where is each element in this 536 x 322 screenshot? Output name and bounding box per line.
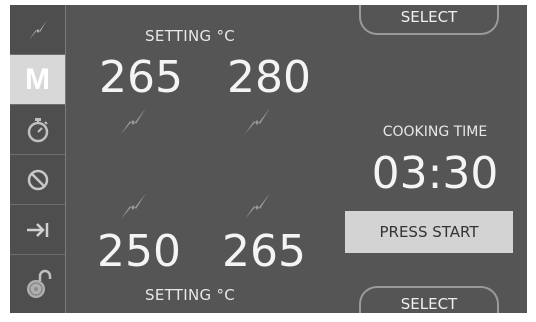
temp-top-right[interactable]: 280 <box>227 56 311 100</box>
cooking-time-label: COOKING TIME <box>382 124 488 140</box>
stopwatch-icon <box>27 117 48 142</box>
sidebar-item-unlock[interactable] <box>10 255 65 313</box>
press-start-button[interactable]: PRESS START <box>345 211 513 253</box>
sidebar-item-next[interactable] <box>10 205 65 255</box>
heat-lightning-icon <box>121 193 146 219</box>
lightning-icon <box>28 19 47 40</box>
heat-lightning-icon <box>245 108 270 134</box>
temp-top-left[interactable]: 265 <box>99 56 183 100</box>
manual-icon: M <box>25 62 50 96</box>
sidebar-item-timer[interactable] <box>10 105 65 155</box>
temp-bottom-left[interactable]: 250 <box>97 230 181 274</box>
setting-label-bottom: SETTING °C <box>145 286 236 304</box>
cooking-time-value[interactable]: 03:30 <box>350 150 520 198</box>
setting-label-top: SETTING °C <box>145 27 236 45</box>
padlock-open-icon <box>26 269 51 298</box>
heat-lightning-icon <box>245 193 270 219</box>
arrow-right-bar-icon <box>26 222 48 237</box>
prohibited-icon <box>27 169 48 190</box>
select-top-button[interactable]: SELECT <box>359 5 499 35</box>
temp-bottom-right[interactable]: 265 <box>222 230 306 274</box>
sidebar-item-manual[interactable]: M <box>10 55 65 105</box>
heat-lightning-icon <box>121 108 146 134</box>
sidebar-item-cancel[interactable] <box>10 155 65 205</box>
select-bottom-button[interactable]: SELECT <box>359 286 499 313</box>
sidebar-item-heat[interactable] <box>10 5 65 55</box>
sidebar: M <box>10 5 66 313</box>
oven-control-screen: M SETTING °C 265 280 250 265 SETTING °C … <box>10 5 527 313</box>
